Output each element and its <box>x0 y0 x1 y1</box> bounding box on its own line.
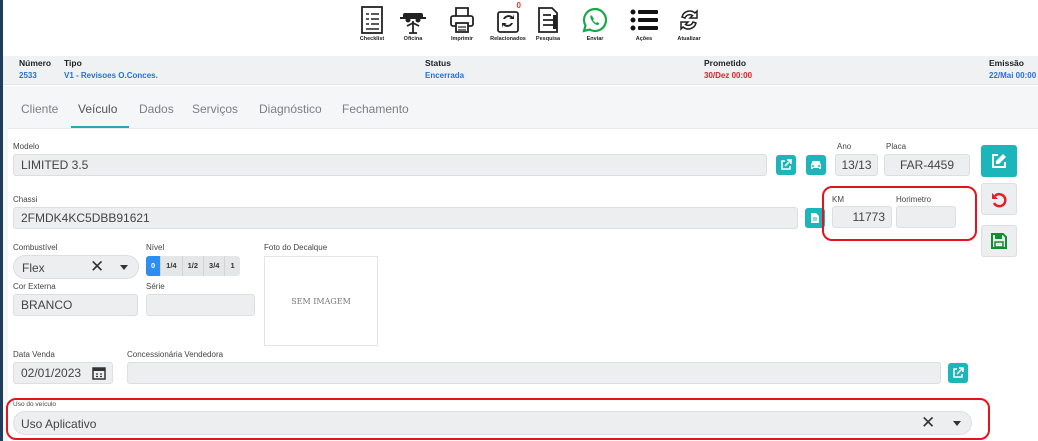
combustivel-select[interactable]: Flex ✕ <box>13 255 139 279</box>
modelo-label: Modelo <box>13 142 40 151</box>
menu-list-icon <box>630 9 658 31</box>
checklist-icon <box>361 6 383 34</box>
relacionados-badge: 0 <box>516 1 521 10</box>
serie-label: Série <box>146 282 165 291</box>
uso-highlight-box <box>6 398 990 440</box>
save-button[interactable] <box>981 225 1017 257</box>
numero-value: 2533 <box>19 71 37 80</box>
open-modelo-button[interactable] <box>776 155 796 175</box>
ano-label: Ano <box>837 142 852 151</box>
nivel-option-1-2[interactable]: 1/2 <box>182 256 205 276</box>
nivel-option-0[interactable]: 0 <box>146 256 162 276</box>
checklist-label: Checklist <box>359 36 385 42</box>
printer-icon <box>450 7 474 33</box>
tab-dados[interactable]: Dados <box>139 102 174 116</box>
combustivel-label: Combustível <box>13 243 58 252</box>
undo-icon <box>992 192 1007 208</box>
chevron-down-icon[interactable] <box>120 265 128 270</box>
modelo-field[interactable]: LIMITED 3.5 <box>13 154 767 176</box>
relacionados-button[interactable]: 0 Relacionados <box>488 1 528 52</box>
prometido-label: Prometido <box>704 58 747 68</box>
tab-cliente[interactable]: Cliente <box>21 102 58 116</box>
decal-image-placeholder[interactable]: SEM IMAGEM <box>264 256 378 346</box>
calendar-icon[interactable] <box>92 366 106 380</box>
external-link-icon <box>953 367 964 378</box>
data-venda-value: 02/01/2023 <box>21 366 82 380</box>
prometido-value: 30/Dez 00:00 <box>704 71 753 80</box>
tab-servicos[interactable]: Serviços <box>192 102 238 116</box>
emissao-label: Emissão <box>989 58 1024 68</box>
chassi-label: Chassi <box>13 195 38 204</box>
tab-diagnostico[interactable]: Diagnóstico <box>259 102 322 116</box>
car-icon <box>811 161 821 169</box>
file-icon <box>811 213 819 223</box>
sem-imagem-text: SEM IMAGEM <box>291 296 351 306</box>
toolbar: Checklist Oficina Imprimir 0 Relacionado… <box>0 0 1038 54</box>
nivel-label: Nível <box>146 243 165 252</box>
ano-field[interactable]: 13/13 <box>835 154 878 176</box>
order-info-bar: Número 2533 Tipo V1 - Revisoes O.Conces.… <box>3 56 1038 85</box>
cor-field[interactable]: BRANCO <box>13 294 138 316</box>
atualizar-label: Atualizar <box>677 36 701 42</box>
chassi-field[interactable]: 2FMDK4KC5DBB91621 <box>13 207 798 229</box>
imprimir-label: Imprimir <box>450 36 473 42</box>
relacionados-label: Relacionados <box>490 36 526 42</box>
acoes-label: Ações <box>635 36 653 42</box>
nivel-option-1[interactable]: 1 <box>225 256 240 276</box>
nivel-selector: 0 1/4 1/2 3/4 1 <box>146 256 240 276</box>
pesquisa-button[interactable]: Pesquisa <box>528 4 568 52</box>
km-highlight-box <box>822 186 977 241</box>
tipo-label: Tipo <box>64 58 82 68</box>
open-concessionaria-button[interactable] <box>948 363 968 383</box>
foto-label: Foto do Decalque <box>264 243 328 252</box>
oficina-button[interactable]: Oficina <box>393 4 433 52</box>
save-icon <box>991 233 1007 249</box>
refresh-icon <box>680 9 698 31</box>
pesquisa-label: Pesquisa <box>535 36 561 42</box>
status-value: Encerrada <box>425 71 465 80</box>
cor-label: Cor Externa <box>13 282 56 291</box>
placa-field[interactable]: FAR-4459 <box>884 154 970 176</box>
tipo-value: V1 - Revisoes O.Conces. <box>64 71 158 80</box>
numero-label: Número <box>19 58 52 68</box>
imprimir-button[interactable]: Imprimir <box>442 4 482 52</box>
nivel-option-3-4[interactable]: 3/4 <box>204 256 226 276</box>
whatsapp-icon <box>582 7 608 33</box>
external-link-icon <box>781 159 792 170</box>
tab-fechamento[interactable]: Fechamento <box>342 102 409 116</box>
oficina-label: Oficina <box>403 36 423 42</box>
acoes-button[interactable]: Ações <box>624 4 664 52</box>
emissao-value: 22/Mai 00:00 <box>989 71 1037 80</box>
concessionaria-field[interactable] <box>127 362 941 384</box>
enviar-label: Enviar <box>586 36 604 42</box>
combustivel-value: Flex <box>22 261 45 275</box>
document-icon <box>538 7 558 33</box>
data-venda-label: Data Venda <box>13 350 55 359</box>
placa-label: Placa <box>886 142 907 151</box>
edit-icon <box>992 154 1006 168</box>
edit-button[interactable] <box>981 145 1017 177</box>
status-label: Status <box>425 58 451 68</box>
concessionaria-label: Concessionária Vendedora <box>127 350 224 359</box>
related-icon <box>497 11 519 33</box>
lift-icon <box>400 13 426 34</box>
nivel-option-1-4[interactable]: 1/4 <box>161 256 183 276</box>
checklist-button[interactable]: Checklist <box>352 4 392 52</box>
vehicle-button[interactable] <box>806 155 826 175</box>
serie-field[interactable] <box>146 294 255 316</box>
tab-veiculo[interactable]: Veículo <box>78 102 117 116</box>
clear-icon[interactable]: ✕ <box>90 257 104 277</box>
atualizar-button[interactable]: Atualizar <box>669 4 709 52</box>
undo-button[interactable] <box>981 183 1017 215</box>
enviar-button[interactable]: Enviar <box>575 4 615 52</box>
